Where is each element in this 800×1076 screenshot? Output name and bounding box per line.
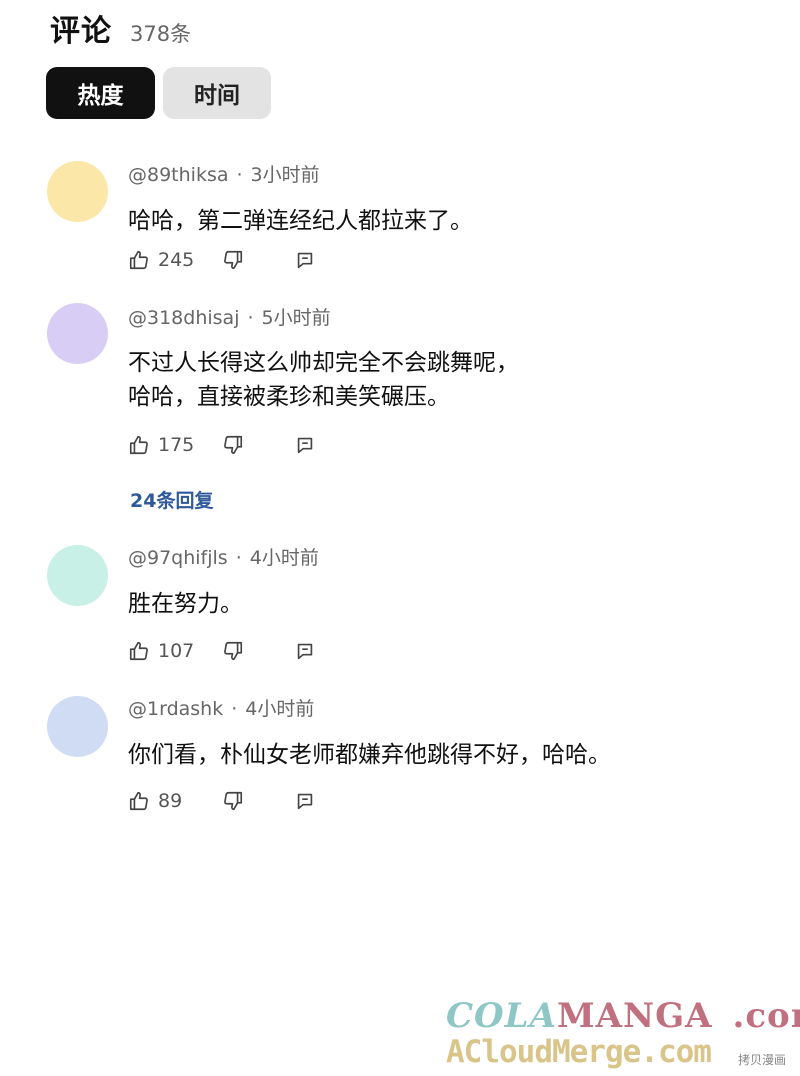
- page-title: 评论: [50, 14, 112, 49]
- comment-meta: @1rdashk · 4小时前: [128, 694, 314, 721]
- reply-icon[interactable]: [294, 434, 316, 456]
- meta-separator: ·: [235, 547, 242, 569]
- meta-separator: ·: [236, 164, 243, 186]
- sort-tabs: 热度 时间: [46, 67, 271, 119]
- comment-text: 不过人长得这么帅却完全不会跳舞呢， 哈哈，直接被柔珍和美笑碾压。: [128, 346, 519, 414]
- thumbs-down-icon[interactable]: [222, 790, 244, 812]
- comment-meta: @97qhifjls · 4小时前: [128, 543, 319, 570]
- like-count: 107: [158, 640, 195, 662]
- thumbs-up-icon[interactable]: [128, 249, 150, 271]
- like-count: 245: [158, 249, 195, 271]
- thumbs-down-icon[interactable]: [222, 434, 244, 456]
- tab-hot[interactable]: 热度: [46, 67, 155, 119]
- thumbs-down-icon[interactable]: [222, 640, 244, 662]
- comment-username[interactable]: @318dhisaj: [128, 307, 239, 329]
- avatar[interactable]: [47, 161, 108, 222]
- comments-header: 评论 378条: [50, 6, 191, 50]
- comment-actions: 245: [128, 249, 316, 271]
- comment-line: 你们看，朴仙女老师都嫌弃他跳得不好，哈哈。: [128, 742, 611, 768]
- comment-time: 3小时前: [250, 164, 320, 186]
- tab-time[interactable]: 时间: [163, 67, 271, 119]
- comment-time: 5小时前: [261, 307, 331, 329]
- comment-line: 哈哈，直接被柔珍和美笑碾压。: [128, 384, 450, 410]
- view-replies-link[interactable]: 24条回复: [130, 486, 213, 513]
- comment-actions: 89: [128, 790, 316, 812]
- comment-text: 你们看，朴仙女老师都嫌弃他跳得不好，哈哈。: [128, 738, 611, 772]
- comment-actions: 175: [128, 434, 316, 456]
- comment-meta: @89thiksa · 3小时前: [128, 160, 320, 187]
- thumbs-up-icon[interactable]: [128, 434, 150, 456]
- watermark-line-1: COLAMANGA .com: [446, 996, 800, 1036]
- reply-icon[interactable]: [294, 790, 316, 812]
- comment-username[interactable]: @1rdashk: [128, 698, 223, 720]
- comment-username[interactable]: @89thiksa: [128, 164, 229, 186]
- watermark-corner: 拷贝漫画: [737, 1053, 786, 1067]
- comment-line: 哈哈，第二弹连经纪人都拉来了。: [128, 208, 473, 234]
- comment-actions: 107: [128, 640, 316, 662]
- comment-line: 胜在努力。: [128, 591, 243, 617]
- comment-username[interactable]: @97qhifjls: [128, 547, 228, 569]
- meta-separator: ·: [247, 307, 254, 329]
- comment-count: 378条: [130, 22, 192, 46]
- watermark-com: .com: [732, 996, 800, 1036]
- comment-time: 4小时前: [249, 547, 319, 569]
- like-count: 89: [158, 790, 183, 812]
- comment-meta: @318dhisaj · 5小时前: [128, 303, 331, 330]
- reply-icon[interactable]: [294, 249, 316, 271]
- avatar[interactable]: [47, 696, 108, 757]
- watermark-manga: MANGA: [556, 996, 713, 1036]
- avatar[interactable]: [47, 545, 108, 606]
- meta-separator: ·: [231, 698, 238, 720]
- avatar[interactable]: [47, 303, 108, 364]
- comment-text: 哈哈，第二弹连经纪人都拉来了。: [128, 204, 473, 238]
- thumbs-up-icon[interactable]: [128, 790, 150, 812]
- comment-time: 4小时前: [245, 698, 315, 720]
- thumbs-up-icon[interactable]: [128, 640, 150, 662]
- comment-text: 胜在努力。: [128, 587, 243, 621]
- comment-line: 不过人长得这么帅却完全不会跳舞呢，: [128, 350, 519, 376]
- like-count: 175: [158, 434, 195, 456]
- watermark-cola: COLA: [446, 996, 557, 1036]
- reply-icon[interactable]: [294, 640, 316, 662]
- thumbs-down-icon[interactable]: [222, 249, 244, 271]
